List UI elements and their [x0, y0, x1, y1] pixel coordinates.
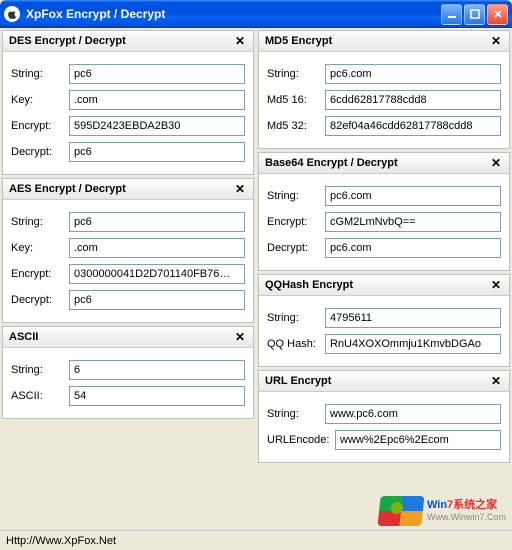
base64-encrypt-label: Encrypt:: [267, 216, 325, 228]
qqhash-hash-label: QQ Hash:: [267, 338, 325, 350]
aes-key-input[interactable]: [69, 238, 245, 258]
url-panel: URL Encrypt ✕ String: URLEncode:: [258, 370, 510, 463]
url-panel-header: URL Encrypt ✕: [259, 371, 509, 392]
aes-panel: AES Encrypt / Decrypt ✕ String: Key: Enc…: [2, 178, 254, 323]
ascii-panel: ASCII ✕ String: ASCII:: [2, 326, 254, 419]
aes-string-label: String:: [11, 216, 69, 228]
aes-panel-header: AES Encrypt / Decrypt ✕: [3, 179, 253, 200]
close-icon[interactable]: ✕: [233, 34, 247, 48]
close-icon[interactable]: ✕: [489, 374, 503, 388]
des-key-label: Key:: [11, 94, 69, 106]
des-string-input[interactable]: [69, 64, 245, 84]
md5-32-input[interactable]: [325, 116, 501, 136]
ascii-string-input[interactable]: [69, 360, 245, 380]
qqhash-panel-header: QQHash Encrypt ✕: [259, 275, 509, 296]
qqhash-hash-input[interactable]: [325, 334, 501, 354]
qqhash-string-input[interactable]: [325, 308, 501, 328]
close-button[interactable]: [487, 4, 508, 25]
close-icon[interactable]: ✕: [233, 182, 247, 196]
statusbar: Http://Www.XpFox.Net: [0, 530, 512, 550]
url-encode-label: URLEncode:: [267, 434, 335, 446]
qqhash-panel-title: QQHash Encrypt: [265, 279, 489, 291]
titlebar: XpFox Encrypt / Decrypt: [0, 0, 512, 28]
window-controls: [441, 4, 508, 25]
md5-16-input[interactable]: [325, 90, 501, 110]
window-title: XpFox Encrypt / Decrypt: [26, 7, 441, 21]
aes-encrypt-input[interactable]: [69, 264, 245, 284]
ascii-string-label: String:: [11, 364, 69, 376]
aes-string-input[interactable]: [69, 212, 245, 232]
aes-decrypt-label: Decrypt:: [11, 294, 69, 306]
ascii-panel-header: ASCII ✕: [3, 327, 253, 348]
des-panel-title: DES Encrypt / Decrypt: [9, 35, 233, 47]
md5-string-input[interactable]: [325, 64, 501, 84]
close-icon[interactable]: ✕: [233, 330, 247, 344]
des-decrypt-input[interactable]: [69, 142, 245, 162]
des-panel: DES Encrypt / Decrypt ✕ String: Key: Enc…: [2, 30, 254, 175]
content-area: DES Encrypt / Decrypt ✕ String: Key: Enc…: [0, 28, 512, 530]
md5-16-label: Md5 16:: [267, 94, 325, 106]
md5-32-label: Md5 32:: [267, 120, 325, 132]
url-string-label: String:: [267, 408, 325, 420]
base64-decrypt-label: Decrypt:: [267, 242, 325, 254]
statusbar-text: Http://Www.XpFox.Net: [6, 535, 116, 547]
close-icon[interactable]: ✕: [489, 156, 503, 170]
md5-panel-title: MD5 Encrypt: [265, 35, 489, 47]
des-decrypt-label: Decrypt:: [11, 146, 69, 158]
md5-string-label: String:: [267, 68, 325, 80]
close-icon[interactable]: ✕: [489, 278, 503, 292]
des-encrypt-input[interactable]: [69, 116, 245, 136]
aes-panel-title: AES Encrypt / Decrypt: [9, 183, 233, 195]
close-icon[interactable]: ✕: [489, 34, 503, 48]
aes-encrypt-label: Encrypt:: [11, 268, 69, 280]
url-string-input[interactable]: [325, 404, 501, 424]
base64-panel: Base64 Encrypt / Decrypt ✕ String: Encry…: [258, 152, 510, 271]
right-column: MD5 Encrypt ✕ String: Md5 16: Md5 32:: [258, 30, 510, 528]
url-panel-title: URL Encrypt: [265, 375, 489, 387]
qqhash-panel: QQHash Encrypt ✕ String: QQ Hash:: [258, 274, 510, 367]
des-encrypt-label: Encrypt:: [11, 120, 69, 132]
base64-decrypt-input[interactable]: [325, 238, 501, 258]
maximize-button[interactable]: [464, 4, 485, 25]
url-encode-input[interactable]: [335, 430, 501, 450]
left-column: DES Encrypt / Decrypt ✕ String: Key: Enc…: [2, 30, 254, 528]
base64-string-label: String:: [267, 190, 325, 202]
ascii-value-label: ASCII:: [11, 390, 69, 402]
des-string-label: String:: [11, 68, 69, 80]
minimize-button[interactable]: [441, 4, 462, 25]
base64-panel-title: Base64 Encrypt / Decrypt: [265, 157, 489, 169]
ascii-panel-title: ASCII: [9, 331, 233, 343]
base64-panel-header: Base64 Encrypt / Decrypt ✕: [259, 153, 509, 174]
md5-panel: MD5 Encrypt ✕ String: Md5 16: Md5 32:: [258, 30, 510, 149]
md5-panel-header: MD5 Encrypt ✕: [259, 31, 509, 52]
qqhash-string-label: String:: [267, 312, 325, 324]
des-panel-header: DES Encrypt / Decrypt ✕: [3, 31, 253, 52]
app-icon: [4, 6, 20, 22]
aes-decrypt-input[interactable]: [69, 290, 245, 310]
des-key-input[interactable]: [69, 90, 245, 110]
base64-encrypt-input[interactable]: [325, 212, 501, 232]
base64-string-input[interactable]: [325, 186, 501, 206]
ascii-value-input[interactable]: [69, 386, 245, 406]
aes-key-label: Key:: [11, 242, 69, 254]
